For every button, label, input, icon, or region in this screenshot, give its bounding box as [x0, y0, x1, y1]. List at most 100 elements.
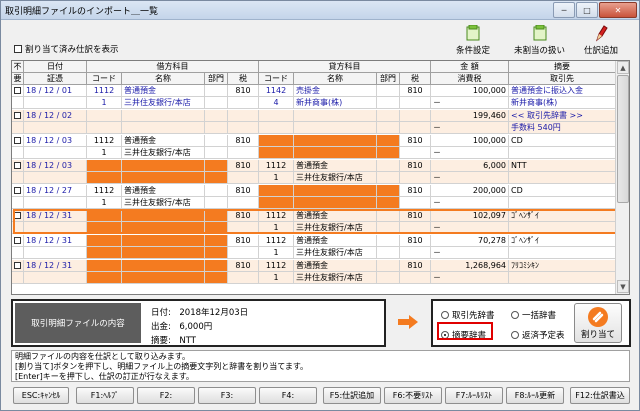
debit-tax-cell[interactable]: 810 [228, 235, 259, 247]
debit-sub-dept-cell[interactable] [205, 197, 228, 209]
f1-help-button[interactable]: F1:ﾍﾙﾌﾟ [76, 387, 134, 404]
credit-dept-cell[interactable] [377, 260, 400, 272]
debit-sub-code-cell[interactable]: 1 [87, 197, 122, 209]
credit-sub-name-cell[interactable]: 三井住友銀行/本店 [294, 222, 377, 234]
f6-unneeded-list-button[interactable]: F6:不要ﾘｽﾄ [384, 387, 442, 404]
debit-name-cell[interactable]: 普通預金 [122, 85, 205, 97]
debit-tax-cell[interactable] [228, 110, 259, 122]
credit-sub-code-cell[interactable] [259, 147, 294, 159]
partner-cell[interactable] [509, 222, 616, 234]
debit-dept-cell[interactable] [205, 210, 228, 222]
table-row[interactable]: 1 三井住友銀行/本店 － [12, 172, 616, 184]
debit-sub-name-cell[interactable] [122, 222, 205, 234]
credit-code-cell[interactable]: 1112 [259, 210, 294, 222]
esc-cancel-button[interactable]: ESC:ｷｬﾝｾﾙ [13, 387, 69, 404]
credit-sub-name-cell[interactable] [294, 197, 377, 209]
debit-sub-dept-cell[interactable] [205, 222, 228, 234]
credit-name-cell[interactable] [294, 110, 377, 122]
debit-name-cell[interactable] [122, 160, 205, 172]
radio-partner-dict[interactable]: 取引先辞書 [441, 309, 495, 321]
debit-sub-dept-cell[interactable] [205, 272, 228, 284]
credit-tax-cell[interactable]: 810 [400, 185, 431, 197]
partner-cell[interactable]: 手数料 540円 [509, 122, 616, 134]
credit-sub-code-cell[interactable]: 1 [259, 172, 294, 184]
credit-name-cell[interactable] [294, 185, 377, 197]
credit-name-cell[interactable]: 売掛金 [294, 85, 377, 97]
debit-code-cell[interactable] [87, 235, 122, 247]
credit-tax-cell[interactable]: 810 [400, 260, 431, 272]
f8-rule-update-button[interactable]: F8:ﾙｰﾙ更新 [506, 387, 564, 404]
credit-code-cell[interactable]: 1112 [259, 235, 294, 247]
credit-name-cell[interactable]: 普通預金 [294, 235, 377, 247]
credit-sub-dept-cell[interactable] [377, 272, 400, 284]
table-row[interactable]: 18 / 12 / 03 810 1112 普通預金 810 6,000 NTT [12, 160, 616, 172]
conditions-button[interactable]: 条件設定 [456, 25, 490, 56]
credit-sub-dept-cell[interactable] [377, 147, 400, 159]
exclude-checkbox[interactable] [12, 260, 24, 272]
tax-amount-cell[interactable]: － [431, 172, 509, 184]
debit-code-cell[interactable]: 1112 [87, 185, 122, 197]
f7-rule-list-button[interactable]: F7:ﾙｰﾙﾘｽﾄ [445, 387, 503, 404]
debit-sub-dept-cell[interactable] [205, 172, 228, 184]
debit-sub-dept-cell[interactable] [205, 247, 228, 259]
table-row[interactable]: 18 / 12 / 31 810 1112 普通預金 810 70,278 ｺﾞﾍﾝｻﾞｲ [12, 235, 616, 247]
debit-tax-cell[interactable]: 810 [228, 85, 259, 97]
credit-sub-code-cell[interactable] [259, 197, 294, 209]
debit-name-cell[interactable] [122, 110, 205, 122]
summary-cell[interactable]: NTT [509, 160, 616, 172]
exclude-checkbox[interactable] [12, 160, 24, 172]
scroll-down-icon[interactable]: ▼ [617, 280, 629, 293]
f4-button[interactable]: F4: [259, 387, 317, 404]
debit-sub-code-cell[interactable] [87, 247, 122, 259]
exclude-checkbox[interactable] [12, 135, 24, 147]
checkbox-box[interactable] [14, 45, 22, 53]
debit-sub-name-cell[interactable]: 三井住友銀行/本店 [122, 197, 205, 209]
assign-button[interactable]: 割り当て [574, 303, 622, 343]
exclude-checkbox[interactable] [12, 185, 24, 197]
amount-cell[interactable]: 6,000 [431, 160, 509, 172]
table-row[interactable]: 1 三井住友銀行/本店 － [12, 272, 616, 284]
debit-code-cell[interactable] [87, 110, 122, 122]
credit-sub-dept-cell[interactable] [377, 197, 400, 209]
tax-amount-cell[interactable]: － [431, 122, 509, 134]
credit-code-cell[interactable] [259, 185, 294, 197]
table-row[interactable]: 18 / 12 / 02 199,460 << 取引先辞書 >> [12, 110, 616, 122]
debit-dept-cell[interactable] [205, 160, 228, 172]
debit-tax-cell[interactable]: 810 [228, 210, 259, 222]
vertical-scrollbar[interactable]: ▲ ▼ [615, 61, 629, 294]
summary-cell[interactable]: CD [509, 135, 616, 147]
credit-sub-dept-cell[interactable] [377, 222, 400, 234]
credit-name-cell[interactable] [294, 135, 377, 147]
debit-sub-name-cell[interactable] [122, 122, 205, 134]
debit-sub-code-cell[interactable]: 1 [87, 147, 122, 159]
radio-on-icon[interactable] [441, 331, 449, 339]
debit-code-cell[interactable]: 1112 [87, 135, 122, 147]
debit-sub-dept-cell[interactable] [205, 147, 228, 159]
tax-amount-cell[interactable]: － [431, 97, 509, 109]
debit-name-cell[interactable] [122, 260, 205, 272]
table-row[interactable]: 1 三井住友銀行/本店 － [12, 222, 616, 234]
credit-dept-cell[interactable] [377, 235, 400, 247]
amount-cell[interactable]: 70,278 [431, 235, 509, 247]
unassigned-handling-button[interactable]: 未割当の扱い [514, 25, 565, 56]
amount-cell[interactable]: 200,000 [431, 185, 509, 197]
debit-sub-code-cell[interactable] [87, 172, 122, 184]
credit-tax-cell[interactable]: 810 [400, 160, 431, 172]
debit-code-cell[interactable] [87, 210, 122, 222]
debit-dept-cell[interactable] [205, 85, 228, 97]
credit-sub-dept-cell[interactable] [377, 247, 400, 259]
credit-sub-code-cell[interactable]: 4 [259, 97, 294, 109]
debit-dept-cell[interactable] [205, 110, 228, 122]
amount-cell[interactable]: 102,097 [431, 210, 509, 222]
tax-amount-cell[interactable]: － [431, 247, 509, 259]
add-entry-button[interactable]: 仕訳追加 [584, 25, 618, 56]
exclude-checkbox[interactable] [12, 210, 24, 222]
tax-amount-cell[interactable]: － [431, 147, 509, 159]
debit-tax-cell[interactable]: 810 [228, 135, 259, 147]
summary-cell[interactable]: 普通預金に振込入金 [509, 85, 616, 97]
partner-cell[interactable] [509, 172, 616, 184]
checkbox-box[interactable] [14, 162, 21, 169]
amount-cell[interactable]: 100,000 [431, 85, 509, 97]
exclude-checkbox[interactable] [12, 110, 24, 122]
table-row[interactable]: 1 三井住友銀行/本店 － [12, 247, 616, 259]
